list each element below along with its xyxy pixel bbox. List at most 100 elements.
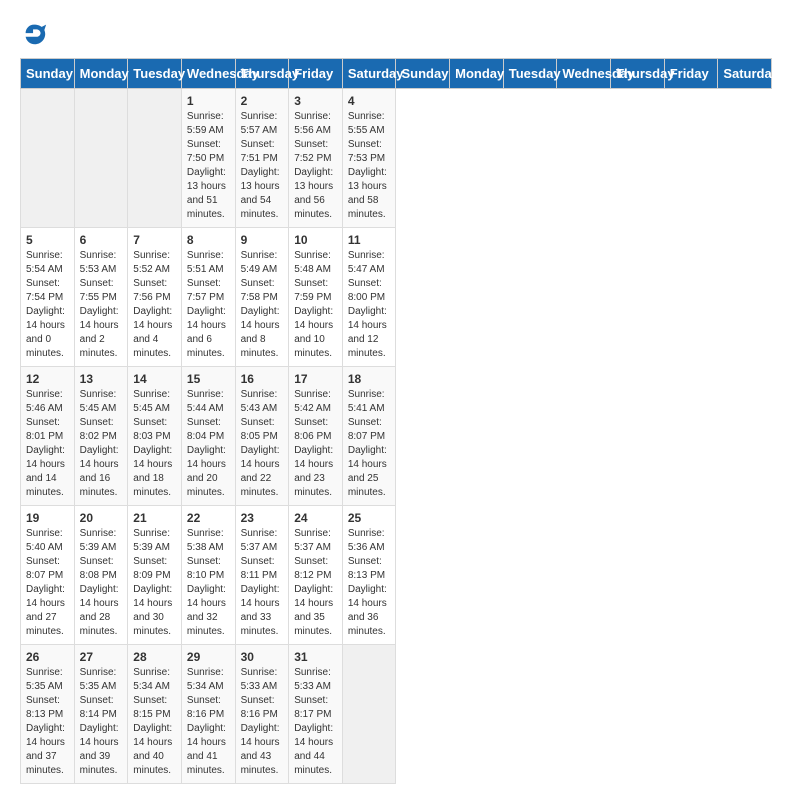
calendar-cell: 23Sunrise: 5:37 AMSunset: 8:11 PMDayligh…: [235, 506, 289, 645]
day-number: 5: [26, 233, 69, 247]
calendar-cell: 19 Sunrise: 5:40 AMSunset: 8:07 PMDayligh…: [21, 506, 75, 645]
day-info: Sunrise: 5:39 AMSunset: 8:08 PMDaylight:…: [80, 527, 123, 639]
day-info: Sunrise: 5:48 AMSunset: 7:59 PMDaylight:…: [294, 249, 337, 361]
calendar-cell: 24 Sunrise: 5:37 AMSunset: 8:12 PMDayligh…: [289, 506, 343, 645]
day-info: Sunrise: 5:37 AMSunset: 8:11 PMDaylight:…: [241, 527, 284, 639]
day-info: Sunrise: 5:39 AMSunset: 8:09 PMDaylight:…: [133, 527, 176, 639]
header-monday: Monday: [450, 59, 504, 89]
day-info: Sunrise: 5:38 AMSunset: 8:10 PMDaylight:…: [187, 527, 230, 639]
day-info: Sunrise: 5:43 AMSunset: 8:05 PMDaylight:…: [241, 388, 284, 500]
logo: [20, 20, 52, 48]
calendar-cell: 6 Sunrise: 5:53 AMSunset: 7:55 PMDaylight…: [74, 228, 128, 367]
calendar-table: SundayMondayTuesdayWednesdayThursdayFrid…: [20, 58, 772, 784]
day-number: 10: [294, 233, 337, 247]
header-tuesday: Tuesday: [503, 59, 557, 89]
day-info: Sunrise: 5:54 AMSunset: 7:54 PMDaylight:…: [26, 249, 69, 361]
calendar-week-1: 1Sunrise: 5:59 AMSunset: 7:50 PMDaylight…: [21, 89, 772, 228]
day-info: Sunrise: 5:37 AMSunset: 8:12 PMDaylight:…: [294, 527, 337, 639]
header-saturday: Saturday: [718, 59, 772, 89]
calendar-week-2: 5 Sunrise: 5:54 AMSunset: 7:54 PMDaylight…: [21, 228, 772, 367]
day-info: Sunrise: 5:51 AMSunset: 7:57 PMDaylight:…: [187, 249, 230, 361]
day-number: 24: [294, 511, 337, 525]
day-number: 7: [133, 233, 176, 247]
calendar-cell: 2 Sunrise: 5:57 AMSunset: 7:51 PMDaylight…: [235, 89, 289, 228]
day-number: 17: [294, 372, 337, 386]
day-info: Sunrise: 5:45 AMSunset: 8:02 PMDaylight:…: [80, 388, 123, 500]
calendar-cell: 13 Sunrise: 5:45 AMSunset: 8:02 PMDayligh…: [74, 367, 128, 506]
day-number: 21: [133, 511, 176, 525]
day-info: Sunrise: 5:35 AMSunset: 8:14 PMDaylight:…: [80, 666, 123, 778]
calendar-week-3: 12Sunrise: 5:46 AMSunset: 8:01 PMDayligh…: [21, 367, 772, 506]
day-number: 25: [348, 511, 391, 525]
calendar-cell: 1Sunrise: 5:59 AMSunset: 7:50 PMDaylight…: [181, 89, 235, 228]
calendar-cell: 8Sunrise: 5:51 AMSunset: 7:57 PMDaylight…: [181, 228, 235, 367]
day-number: 27: [80, 650, 123, 664]
calendar-cell: 12Sunrise: 5:46 AMSunset: 8:01 PMDayligh…: [21, 367, 75, 506]
header-sunday: Sunday: [396, 59, 450, 89]
day-info: Sunrise: 5:34 AMSunset: 8:15 PMDaylight:…: [133, 666, 176, 778]
day-number: 20: [80, 511, 123, 525]
day-number: 29: [187, 650, 230, 664]
day-number: 13: [80, 372, 123, 386]
day-info: Sunrise: 5:36 AMSunset: 8:13 PMDaylight:…: [348, 527, 391, 639]
calendar-cell: 22Sunrise: 5:38 AMSunset: 8:10 PMDayligh…: [181, 506, 235, 645]
calendar-cell: [128, 89, 182, 228]
day-info: Sunrise: 5:47 AMSunset: 8:00 PMDaylight:…: [348, 249, 391, 361]
day-info: Sunrise: 5:33 AMSunset: 8:17 PMDaylight:…: [294, 666, 337, 778]
calendar-cell: 29 Sunrise: 5:34 AMSunset: 8:16 PMDayligh…: [181, 645, 235, 784]
day-info: Sunrise: 5:49 AMSunset: 7:58 PMDaylight:…: [241, 249, 284, 361]
calendar-cell: 14 Sunrise: 5:45 AMSunset: 8:03 PMDayligh…: [128, 367, 182, 506]
day-number: 31: [294, 650, 337, 664]
calendar-week-5: 26 Sunrise: 5:35 AMSunset: 8:13 PMDayligh…: [21, 645, 772, 784]
day-number: 26: [26, 650, 69, 664]
day-number: 18: [348, 372, 391, 386]
header-wednesday: Wednesday: [557, 59, 611, 89]
calendar-cell: 15Sunrise: 5:44 AMSunset: 8:04 PMDayligh…: [181, 367, 235, 506]
day-number: 14: [133, 372, 176, 386]
calendar-cell: 28Sunrise: 5:34 AMSunset: 8:15 PMDayligh…: [128, 645, 182, 784]
day-number: 4: [348, 94, 391, 108]
header-monday: Monday: [74, 59, 128, 89]
calendar-cell: 3 Sunrise: 5:56 AMSunset: 7:52 PMDaylight…: [289, 89, 343, 228]
calendar-cell: 20 Sunrise: 5:39 AMSunset: 8:08 PMDayligh…: [74, 506, 128, 645]
logo-icon: [20, 20, 48, 48]
calendar-cell: 5 Sunrise: 5:54 AMSunset: 7:54 PMDaylight…: [21, 228, 75, 367]
calendar-cell: 9 Sunrise: 5:49 AMSunset: 7:58 PMDaylight…: [235, 228, 289, 367]
header-sunday: Sunday: [21, 59, 75, 89]
calendar-cell: 25 Sunrise: 5:36 AMSunset: 8:13 PMDayligh…: [342, 506, 396, 645]
day-number: 6: [80, 233, 123, 247]
calendar-cell: 27 Sunrise: 5:35 AMSunset: 8:14 PMDayligh…: [74, 645, 128, 784]
calendar-cell: 30Sunrise: 5:33 AMSunset: 8:16 PMDayligh…: [235, 645, 289, 784]
calendar-cell: [74, 89, 128, 228]
calendar-cell: 18 Sunrise: 5:41 AMSunset: 8:07 PMDayligh…: [342, 367, 396, 506]
day-info: Sunrise: 5:55 AMSunset: 7:53 PMDaylight:…: [348, 110, 391, 222]
calendar-cell: 4 Sunrise: 5:55 AMSunset: 7:53 PMDaylight…: [342, 89, 396, 228]
calendar-cell: 26 Sunrise: 5:35 AMSunset: 8:13 PMDayligh…: [21, 645, 75, 784]
day-info: Sunrise: 5:56 AMSunset: 7:52 PMDaylight:…: [294, 110, 337, 222]
calendar-cell: [21, 89, 75, 228]
day-info: Sunrise: 5:45 AMSunset: 8:03 PMDaylight:…: [133, 388, 176, 500]
day-info: Sunrise: 5:40 AMSunset: 8:07 PMDaylight:…: [26, 527, 69, 639]
day-number: 12: [26, 372, 69, 386]
calendar-header-row: SundayMondayTuesdayWednesdayThursdayFrid…: [21, 59, 772, 89]
calendar-cell: 11Sunrise: 5:47 AMSunset: 8:00 PMDayligh…: [342, 228, 396, 367]
day-info: Sunrise: 5:42 AMSunset: 8:06 PMDaylight:…: [294, 388, 337, 500]
day-number: 2: [241, 94, 284, 108]
day-info: Sunrise: 5:57 AMSunset: 7:51 PMDaylight:…: [241, 110, 284, 222]
day-number: 3: [294, 94, 337, 108]
day-info: Sunrise: 5:34 AMSunset: 8:16 PMDaylight:…: [187, 666, 230, 778]
day-info: Sunrise: 5:35 AMSunset: 8:13 PMDaylight:…: [26, 666, 69, 778]
day-number: 16: [241, 372, 284, 386]
calendar-cell: 31 Sunrise: 5:33 AMSunset: 8:17 PMDayligh…: [289, 645, 343, 784]
day-number: 19: [26, 511, 69, 525]
header-thursday: Thursday: [235, 59, 289, 89]
calendar-cell: 17 Sunrise: 5:42 AMSunset: 8:06 PMDayligh…: [289, 367, 343, 506]
day-info: Sunrise: 5:41 AMSunset: 8:07 PMDaylight:…: [348, 388, 391, 500]
day-info: Sunrise: 5:53 AMSunset: 7:55 PMDaylight:…: [80, 249, 123, 361]
page-header: [20, 20, 772, 48]
day-info: Sunrise: 5:33 AMSunset: 8:16 PMDaylight:…: [241, 666, 284, 778]
header-wednesday: Wednesday: [181, 59, 235, 89]
day-info: Sunrise: 5:59 AMSunset: 7:50 PMDaylight:…: [187, 110, 230, 222]
calendar-cell: 7Sunrise: 5:52 AMSunset: 7:56 PMDaylight…: [128, 228, 182, 367]
day-number: 9: [241, 233, 284, 247]
